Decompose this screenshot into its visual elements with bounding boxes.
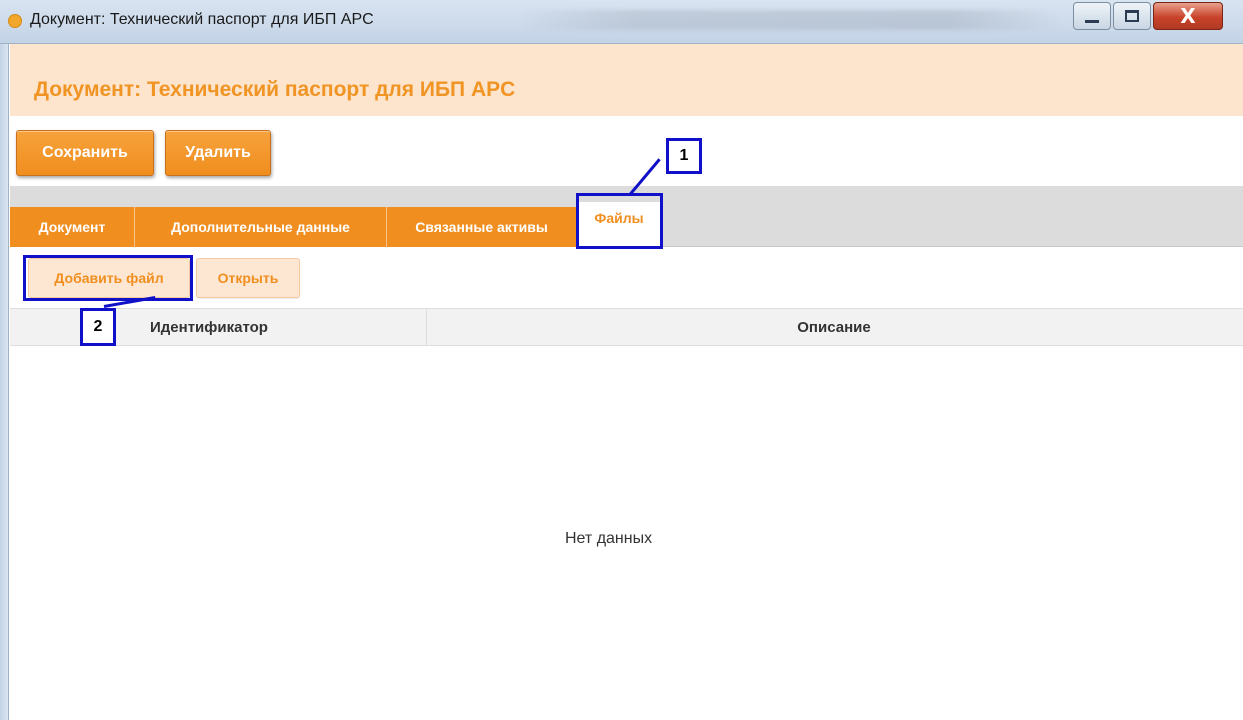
window-left-frame xyxy=(0,44,9,720)
files-toolbar: Добавить файл Открыть xyxy=(10,247,1243,308)
window-controls: X xyxy=(1073,2,1225,32)
column-header-identifier[interactable]: Идентификатор xyxy=(150,309,268,346)
maximize-icon xyxy=(1125,10,1139,22)
main-toolbar: Сохранить Удалить xyxy=(10,116,1243,186)
document-header: Документ: Технический паспорт для ИБП AP… xyxy=(10,44,1243,116)
delete-button[interactable]: Удалить xyxy=(165,130,271,176)
minimize-button[interactable] xyxy=(1073,2,1111,30)
save-button[interactable]: Сохранить xyxy=(16,130,154,176)
close-icon: X xyxy=(1180,4,1196,28)
close-button[interactable]: X xyxy=(1153,2,1223,30)
tab-linked-assets[interactable]: Связанные активы xyxy=(387,207,577,247)
window-title-bar: Документ: Технический паспорт для ИБП AP… xyxy=(0,0,1243,44)
status-dot-icon xyxy=(8,14,22,28)
empty-state-text: Нет данных xyxy=(565,530,653,547)
window-title: Документ: Технический паспорт для ИБП AP… xyxy=(30,11,374,28)
minimize-icon xyxy=(1085,19,1099,23)
open-file-button[interactable]: Открыть xyxy=(196,258,300,298)
files-grid-body: Нет данных xyxy=(10,346,1243,720)
tab-document[interactable]: Документ xyxy=(10,207,135,247)
tab-additional-data[interactable]: Дополнительные данные xyxy=(135,207,387,247)
callout-highlight-files-tab xyxy=(576,193,663,249)
callout-number-2: 2 xyxy=(80,308,116,346)
maximize-button[interactable] xyxy=(1113,2,1151,30)
page-title: Документ: Технический паспорт для ИБП AP… xyxy=(34,78,516,101)
files-grid-header: Идентификатор Описание xyxy=(10,308,1243,346)
callout-highlight-add-file xyxy=(23,255,193,301)
column-header-description[interactable]: Описание xyxy=(425,309,1243,346)
blurred-background-taskbar xyxy=(520,10,1060,30)
callout-number-1: 1 xyxy=(666,138,702,174)
